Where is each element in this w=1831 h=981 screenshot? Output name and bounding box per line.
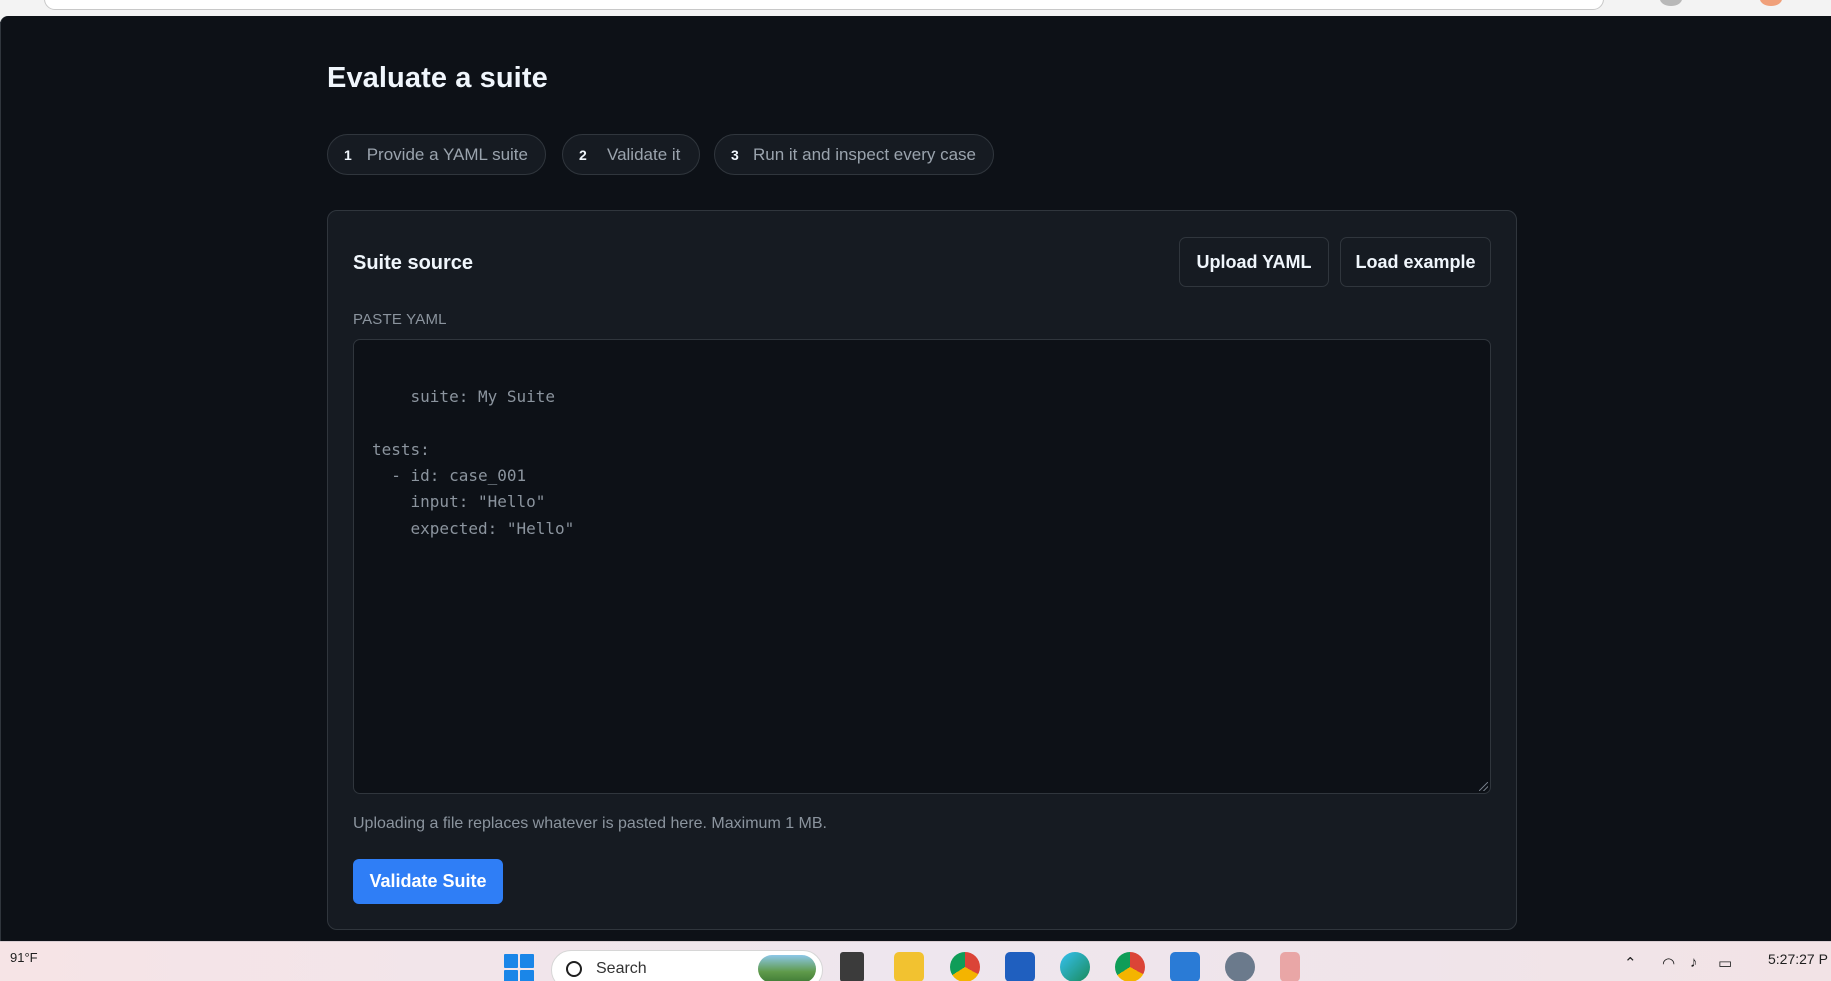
extension-icon[interactable] [1760, 0, 1782, 6]
search-label: Search [596, 960, 647, 977]
chevron-up-icon[interactable]: ⌃ [1624, 954, 1637, 972]
paste-yaml-label: PASTE YAML [353, 311, 447, 328]
calendar-app-icon[interactable] [1280, 952, 1300, 981]
weather-widget[interactable]: 91°F [10, 950, 38, 965]
card-title: Suite source [353, 252, 474, 274]
step-label: Provide a YAML suite [366, 144, 528, 164]
windows-start-icon[interactable] [504, 954, 534, 981]
profile-icon[interactable] [1660, 0, 1682, 6]
page-title: Evaluate a suite [327, 62, 548, 94]
vscode-icon[interactable] [1170, 952, 1200, 981]
step-number: 3 [731, 146, 739, 163]
battery-icon[interactable]: ▭ [1718, 954, 1732, 972]
taskbar: 91°F Search ⌃ ◠ ♪ ▭ 5:27:27 P [0, 941, 1831, 981]
chrome-icon[interactable] [950, 952, 980, 981]
step-number: 2 [579, 146, 587, 163]
suite-source-card: Suite source Upload YAML Load example PA… [327, 210, 1517, 930]
load-example-button[interactable]: Load example [1340, 237, 1491, 287]
upload-hint: Uploading a file replaces whatever is pa… [353, 815, 827, 832]
step-number: 1 [344, 146, 352, 163]
yaml-placeholder: suite: My Suite tests: - id: case_001 in… [372, 387, 575, 538]
validate-suite-button[interactable]: Validate Suite [353, 859, 503, 904]
upload-yaml-button[interactable]: Upload YAML [1179, 237, 1329, 287]
file-explorer-icon[interactable] [894, 952, 924, 981]
step-label: Validate it [607, 144, 681, 164]
yaml-textarea[interactable]: suite: My Suite tests: - id: case_001 in… [353, 339, 1491, 794]
settings-icon[interactable] [1225, 952, 1255, 981]
step-validate: 2 Validate it [562, 134, 700, 175]
search-highlight-image [758, 955, 816, 981]
step-label: Run it and inspect every case [752, 144, 976, 164]
address-bar[interactable] [44, 0, 1604, 10]
search-icon [566, 961, 582, 977]
store-icon[interactable] [1005, 952, 1035, 981]
step-provide-yaml: 1 Provide a YAML suite [327, 134, 546, 175]
volume-icon[interactable]: ♪ [1690, 954, 1698, 971]
resize-handle[interactable] [1479, 782, 1488, 791]
edge-icon[interactable] [1060, 952, 1090, 981]
taskbar-search[interactable]: Search [551, 950, 823, 981]
chrome-profile-icon[interactable] [1115, 952, 1145, 981]
step-run-inspect: 3 Run it and inspect every case [714, 134, 994, 175]
task-view-icon[interactable] [840, 952, 864, 981]
clock-time[interactable]: 5:27:27 P [1768, 951, 1828, 967]
wifi-icon[interactable]: ◠ [1662, 954, 1675, 972]
